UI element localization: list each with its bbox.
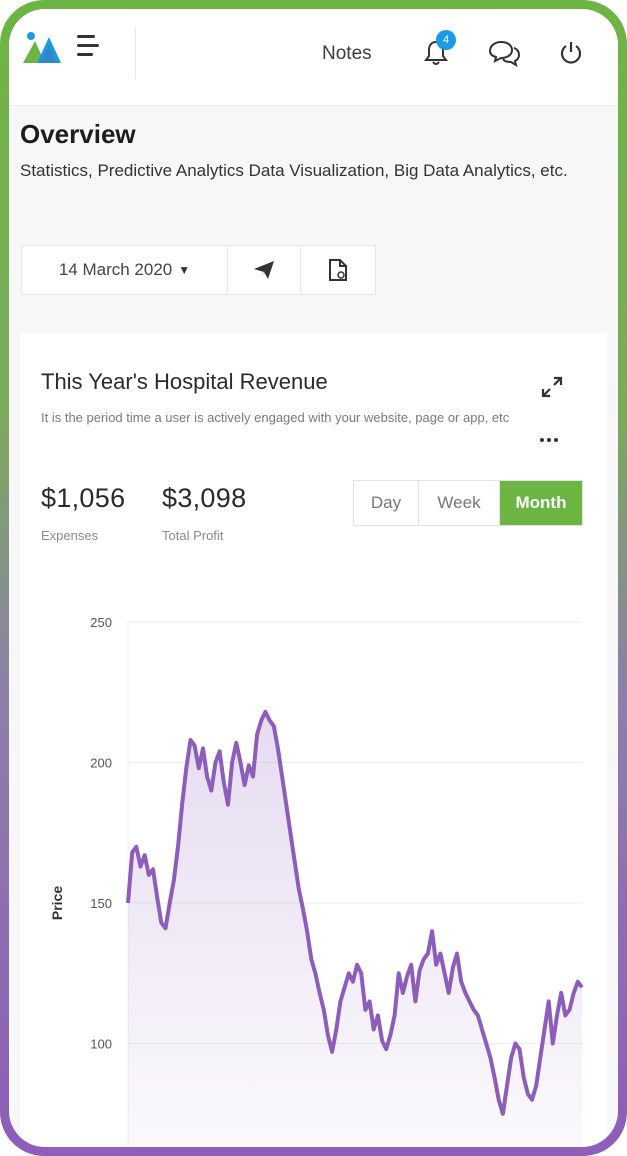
expenses-label: Expenses <box>41 528 99 543</box>
expenses-value: $1,056 <box>41 483 126 513</box>
revenue-chart: 250 200 150 100 Price <box>49 615 584 1147</box>
top-navbar: Notes 4 <box>9 9 618 106</box>
notification-badge: 4 <box>436 30 456 50</box>
export-document-button[interactable] <box>301 246 375 294</box>
profit-stat: $3,098 Total Profit <box>162 483 246 543</box>
app-screen: Notes 4 Overview Statistics, Predictive … <box>9 9 618 1147</box>
period-month-button[interactable]: Month <box>500 481 582 525</box>
series-area <box>128 711 582 1147</box>
y-tick-label: 150 <box>90 896 112 911</box>
card-title: This Year's Hospital Revenue <box>41 369 328 394</box>
expand-icon[interactable] <box>540 375 564 399</box>
page-subtitle: Statistics, Predictive Analytics Data Vi… <box>20 161 568 180</box>
date-label: 14 March 2020 <box>58 260 173 279</box>
y-axis-label: Price <box>49 886 65 920</box>
y-tick-label: 250 <box>90 615 112 630</box>
expenses-stat: $1,056 Expenses <box>41 483 125 543</box>
period-selector: Day Week Month <box>353 480 583 526</box>
date-toolbar: 14 March 2020 ▼ <box>21 245 376 295</box>
menu-icon[interactable] <box>77 35 105 61</box>
device-frame: Notes 4 Overview Statistics, Predictive … <box>0 0 627 1156</box>
notes-link[interactable]: Notes <box>322 43 372 65</box>
page-title: Overview <box>20 119 136 149</box>
revenue-card: This Year's Hospital Revenue It is the p… <box>20 333 607 1147</box>
power-icon[interactable] <box>558 39 584 67</box>
y-tick-label: 100 <box>90 1037 112 1052</box>
more-options-icon[interactable] <box>540 429 566 442</box>
card-description: It is the period time a user is actively… <box>41 410 510 425</box>
profit-label: Total Profit <box>162 528 224 543</box>
logo-icon[interactable] <box>21 29 63 65</box>
period-week-button[interactable]: Week <box>419 481 500 525</box>
period-day-button[interactable]: Day <box>354 481 419 525</box>
send-button[interactable] <box>228 246 301 294</box>
profit-value: $3,098 <box>162 483 247 513</box>
chat-icon[interactable] <box>487 39 521 67</box>
divider <box>135 27 136 79</box>
document-icon <box>329 259 347 281</box>
date-picker-button[interactable]: 14 March 2020 ▼ <box>22 246 228 294</box>
send-icon <box>254 261 274 279</box>
caret-down-icon: ▼ <box>178 263 191 277</box>
y-tick-label: 200 <box>90 756 112 771</box>
